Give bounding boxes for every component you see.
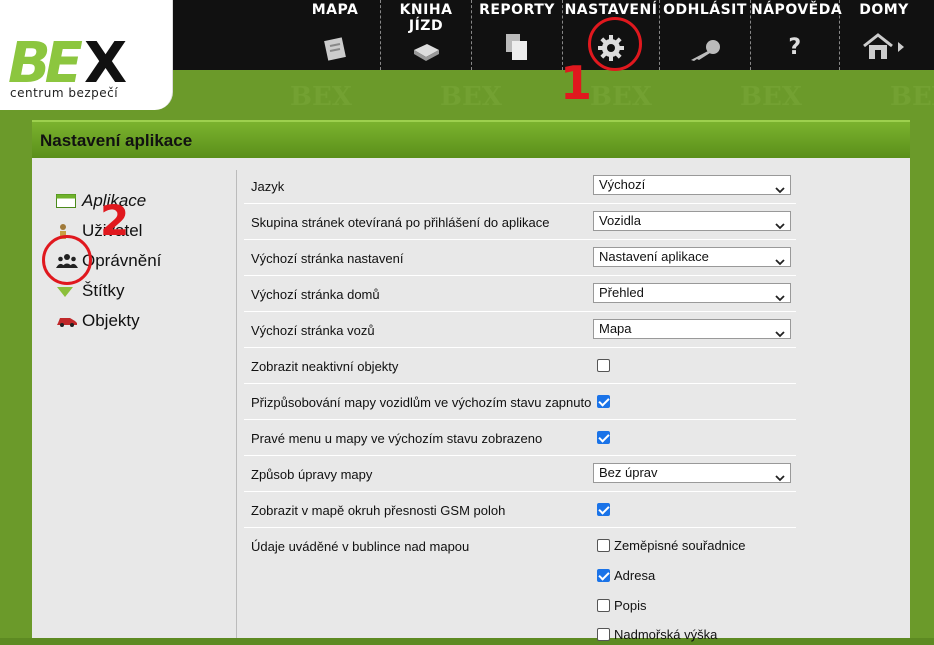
panel-title: Nastavení aplikace (40, 131, 193, 150)
settings-form: Jazyk Výchozí Skupina stránek otevíraná … (244, 168, 796, 642)
nav-reporty[interactable]: REPORTY (472, 0, 562, 70)
setting-row: Výchozí stránka vozů Mapa (244, 312, 796, 348)
checkbox-zemepisne-souradnice[interactable] (597, 539, 610, 552)
nav-label: MAPA (311, 2, 359, 18)
logo[interactable]: BE X centrum bezpečí (0, 0, 173, 110)
sidebar-item-label: Štítky (82, 281, 125, 300)
option-label: Zeměpisné souřadnice (614, 538, 746, 553)
nav-label: KNIHA JÍZD (399, 2, 453, 34)
highlight-ring-2 (42, 235, 92, 285)
key-icon (687, 38, 723, 66)
select-value: Výchozí (599, 177, 646, 192)
setting-row: Skupina stránek otevíraná po přihlášení … (244, 204, 796, 240)
select-value: Vozidla (599, 213, 641, 228)
setting-label: Přizpůsobování mapy vozidlům ve výchozím… (251, 395, 592, 410)
sidebar-item-label: Objekty (82, 311, 140, 330)
watermark: BEX (590, 82, 652, 112)
home-icon (861, 32, 907, 66)
book-icon (411, 40, 441, 66)
logo-subtitle: centrum bezpečí (10, 86, 119, 100)
chevron-down-icon (775, 181, 785, 199)
setting-row: Výchozí stránka domů Přehled (244, 276, 796, 312)
checkbox-adresa[interactable] (597, 569, 610, 582)
checkbox-popis[interactable] (597, 599, 610, 612)
setting-label: Skupina stránek otevíraná po přihlášení … (251, 215, 550, 230)
documents-icon (504, 32, 530, 66)
setting-row: Výchozí stránka nastavení Nastavení apli… (244, 240, 796, 276)
watermark: BEX (440, 82, 502, 112)
setting-row: Přizpůsobování mapy vozidlům ve výchozím… (244, 384, 796, 420)
setting-label: Výchozí stránka vozů (251, 323, 375, 338)
select-jazyk[interactable]: Výchozí (593, 175, 791, 195)
setting-row: Pravé menu u mapy ve výchozím stavu zobr… (244, 420, 796, 456)
chevron-down-icon (775, 469, 785, 487)
bex-logo: BE X (8, 31, 130, 96)
setting-label: Jazyk (251, 179, 285, 194)
setting-label: Výchozí stránka nastavení (251, 251, 404, 266)
nav-label: DOMY (859, 2, 909, 18)
checkbox-prizpusobovani-mapy[interactable] (597, 395, 610, 408)
nav-label: NASTAVENÍ (564, 2, 658, 18)
select-value: Bez úprav (599, 465, 658, 480)
watermark: BEX (740, 82, 802, 112)
chevron-down-icon (775, 325, 785, 343)
nav-napoveda[interactable]: NÁPOVĚDA ? (751, 0, 843, 70)
select-vychozi-stranka-vozu[interactable]: Mapa (593, 319, 791, 339)
nav-mapa[interactable]: MAPA (290, 0, 380, 70)
chevron-down-icon (775, 289, 785, 307)
watermark: BEX (290, 82, 352, 112)
setting-row: Zobrazit v mapě okruh přesnosti GSM polo… (244, 492, 796, 528)
select-vychozi-stranka-nastaveni[interactable]: Nastavení aplikace (593, 247, 791, 267)
marker-1: 1 (560, 56, 593, 110)
sidebar-item-label: Oprávnění (82, 251, 162, 270)
car-icon (56, 315, 82, 327)
checkbox-neaktivni-objekty[interactable] (597, 359, 610, 372)
setting-label: Výchozí stránka domů (251, 287, 380, 302)
nav-label: ODHLÁSIT (663, 2, 747, 18)
help-icon: ? (788, 35, 802, 60)
setting-row: Údaje uváděné v bublince nad mapou Zeměp… (244, 528, 796, 642)
setting-row: Způsob úpravy mapy Bez úprav (244, 456, 796, 492)
nav-odhlasit[interactable]: ODHLÁSIT (660, 0, 750, 70)
nav-kniha-jizd[interactable]: KNIHA JÍZD (381, 0, 471, 70)
checkbox-prave-menu[interactable] (597, 431, 610, 444)
setting-label: Údaje uváděné v bublince nad mapou (251, 539, 470, 554)
nav-label: NÁPOVĚDA (751, 2, 843, 18)
option-label: Adresa (614, 568, 656, 583)
watermark: BEX (890, 82, 934, 112)
marker-2: 2 (100, 196, 130, 245)
svg-text:X: X (84, 34, 127, 86)
select-value: Přehled (599, 285, 644, 300)
chevron-down-icon (775, 253, 785, 271)
window-icon (56, 194, 82, 208)
setting-row: Zobrazit neaktivní objekty (244, 348, 796, 384)
chevron-down-icon (775, 217, 785, 235)
sidebar-item-objekty[interactable]: Objekty (56, 306, 161, 336)
checkbox-nadmorska-vyska[interactable] (597, 628, 610, 641)
setting-label: Zobrazit v mapě okruh přesnosti GSM polo… (251, 503, 506, 518)
divider (236, 170, 237, 638)
setting-label: Způsob úpravy mapy (251, 467, 373, 482)
tag-icon (56, 283, 82, 299)
nav-domy[interactable]: DOMY (840, 0, 928, 70)
option-label: Popis (614, 598, 647, 613)
setting-label: Pravé menu u mapy ve výchozím stavu zobr… (251, 431, 543, 446)
map-icon (322, 36, 348, 66)
option-label: Nadmořská výška (614, 627, 718, 642)
select-zpusob-upravy-mapy[interactable]: Bez úprav (593, 463, 791, 483)
checkbox-okruh-gsm[interactable] (597, 503, 610, 516)
highlight-ring-1 (588, 17, 642, 71)
nav-label: REPORTY (479, 2, 555, 18)
select-value: Mapa (599, 321, 632, 336)
select-vychozi-stranka-domu[interactable]: Přehled (593, 283, 791, 303)
panel-header: Nastavení aplikace (32, 120, 910, 158)
setting-label: Zobrazit neaktivní objekty (251, 359, 399, 374)
setting-row: Jazyk Výchozí (244, 168, 796, 204)
svg-text:BE: BE (8, 34, 83, 86)
select-value: Nastavení aplikace (599, 249, 709, 264)
select-skupina-stranek[interactable]: Vozidla (593, 211, 791, 231)
